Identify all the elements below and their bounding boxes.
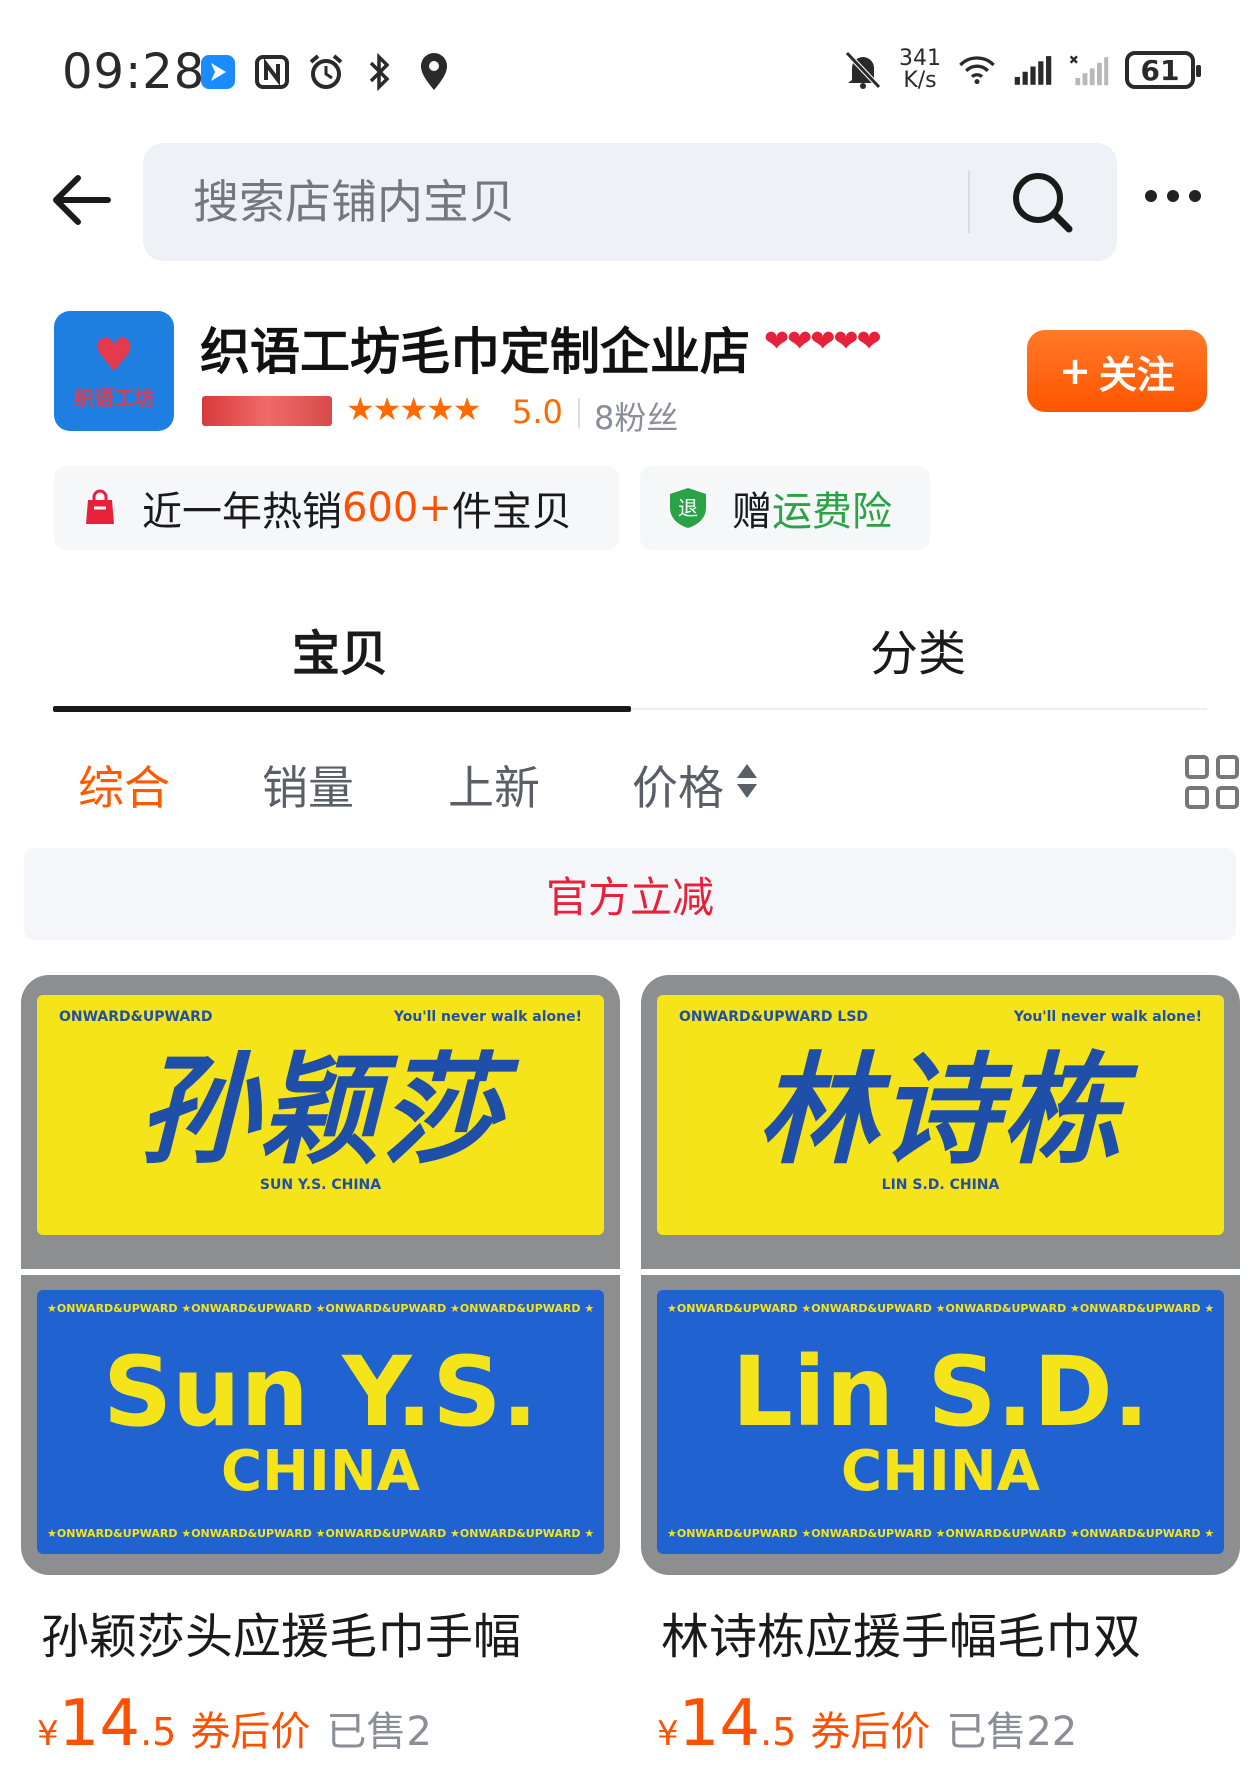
towel-stripe-top: ★ONWARD&UPWARD ★ONWARD&UPWARD ★ONWARD&UP… (47, 1302, 594, 1315)
tab-active-indicator (53, 706, 631, 712)
shield-icon: 退 (670, 488, 706, 528)
product-title[interactable]: 林诗栋应援手幅毛巾双 (641, 1597, 1240, 1667)
towel-top-right: You'll never walk alone! (1013, 1009, 1202, 1025)
towel-stripe-bottom: ★ONWARD&UPWARD ★ONWARD&UPWARD ★ONWARD&UP… (667, 1527, 1214, 1540)
shop-rating: 5.0 (512, 393, 563, 431)
heart-icon: ♥ (93, 327, 135, 382)
price-currency: ¥ (37, 1714, 59, 1754)
shop-search-box[interactable] (143, 143, 1117, 261)
towel-name-en: Sun Y.S. (103, 1336, 538, 1448)
towel-stripe-top: ★ONWARD&UPWARD ★ONWARD&UPWARD ★ONWARD&UP… (667, 1302, 1214, 1315)
shop-credit-hearts: ❤❤❤❤❤ (764, 324, 882, 359)
net-speed: 341 K/s (899, 48, 941, 92)
status-icons-right: 341 K/s 61 (843, 48, 1201, 92)
sort-arrows-icon[interactable] (736, 762, 758, 800)
tab-categories[interactable]: 分类 (870, 614, 966, 684)
product-image[interactable]: ONWARD&UPWARD LSD You'll never walk alone… (641, 975, 1240, 1575)
status-icons-left (198, 50, 454, 94)
towel-yellow-image: ONWARD&UPWARD LSD You'll never walk alone… (657, 995, 1224, 1235)
towel-yellow-image: ONWARD&UPWARD You'll never walk alone! 孙颖… (37, 995, 604, 1235)
net-speed-unit: K/s (903, 68, 937, 93)
search-input[interactable] (191, 171, 875, 233)
location-icon (414, 52, 454, 92)
towel-top-left: ONWARD&UPWARD LSD (679, 1009, 869, 1025)
ship-prefix: 赠 (732, 489, 772, 535)
filter-price[interactable]: 价格 (632, 752, 724, 818)
battery-indicator: 61 (1125, 51, 1201, 89)
towel-blue-image: ★ONWARD&UPWARD ★ONWARD&UPWARD ★ONWARD&UP… (657, 1290, 1224, 1554)
product-title[interactable]: 孙颖莎头应援毛巾手幅 (21, 1597, 620, 1667)
search-divider (968, 171, 970, 233)
follow-label: 关注 (1098, 352, 1175, 397)
price-integer: 14 (678, 1687, 761, 1761)
hot-suffix: 件宝贝 (451, 489, 572, 535)
hot-prefix: 近一年热销 (142, 489, 342, 535)
promo-banner[interactable]: 官方立减 (24, 848, 1236, 940)
grid-view-icon[interactable] (1185, 755, 1239, 809)
price-label: 券后价 (810, 1709, 931, 1755)
towel-sub: SUN Y.S. CHINA (259, 1177, 382, 1193)
alarm-icon (306, 52, 346, 92)
price-decimal: .5 (140, 1710, 177, 1754)
signal-icon (1013, 50, 1053, 90)
wifi-icon (957, 50, 997, 90)
plus-icon: + (1059, 349, 1091, 393)
filter-overall[interactable]: 综合 (78, 752, 170, 818)
towel-name-cn: 林诗栋 (757, 1042, 1124, 1181)
image-divider (641, 1269, 1240, 1275)
sold-count: 已售2 (326, 1709, 432, 1755)
product-image[interactable]: ONWARD&UPWARD You'll never walk alone! 孙颖… (21, 975, 620, 1575)
product-price: ¥ 14 .5 券后价 已售22 (641, 1687, 1240, 1761)
bluetooth-icon (360, 52, 400, 92)
price-decimal: .5 (760, 1710, 797, 1754)
app-notification-icon (198, 52, 238, 92)
sold-count: 已售22 (946, 1709, 1078, 1755)
price-currency: ¥ (657, 1714, 679, 1754)
shop-badge (202, 396, 332, 426)
towel-top-left: ONWARD&UPWARD (59, 1009, 213, 1025)
search-icon[interactable] (1009, 169, 1075, 235)
filter-new[interactable]: 上新 (448, 752, 540, 818)
tab-products[interactable]: 宝贝 (292, 614, 388, 684)
towel-sub: LIN S.D. CHINA (881, 1177, 1000, 1193)
shipping-insurance-tag[interactable]: 退 赠运费险 (640, 466, 930, 550)
more-options-icon[interactable] (1145, 190, 1205, 214)
status-time: 09:28 (62, 44, 206, 100)
image-divider (21, 1269, 620, 1275)
shop-fans: 8粉丝 (594, 399, 679, 437)
towel-name-cn: 孙颖莎 (137, 1042, 504, 1181)
product-price: ¥ 14 .5 券后价 已售2 (21, 1687, 620, 1761)
towel-country: CHINA (220, 1439, 420, 1504)
shop-logo[interactable]: ♥ 织语工坊 (54, 311, 174, 431)
towel-country: CHINA (840, 1439, 1040, 1504)
price-integer: 14 (58, 1687, 141, 1761)
hot-sales-tag[interactable]: 近一年热销 600+ 件宝贝 (54, 466, 619, 550)
product-card[interactable]: ONWARD&UPWARD You'll never walk alone! 孙颖… (21, 975, 620, 1761)
filter-sales[interactable]: 销量 (262, 752, 354, 818)
follow-button[interactable]: + 关注 (1027, 330, 1207, 412)
towel-top-right: You'll never walk alone! (393, 1009, 582, 1025)
back-arrow-icon[interactable] (52, 174, 116, 234)
mute-icon (843, 50, 883, 90)
towel-stripe-bottom: ★ONWARD&UPWARD ★ONWARD&UPWARD ★ONWARD&UP… (47, 1527, 594, 1540)
price-label: 券后价 (190, 1709, 311, 1755)
svg-text:退: 退 (678, 496, 698, 520)
towel-name-en: Lin S.D. (731, 1336, 1150, 1448)
no-signal-icon (1069, 50, 1109, 90)
shop-name[interactable]: 织语工坊毛巾定制企业店 (200, 312, 750, 384)
shopping-bag-icon (86, 489, 114, 524)
shop-logo-text: 织语工坊 (74, 385, 154, 410)
ship-suffix: 运费险 (772, 489, 892, 535)
rating-stars: ★★★★★ (346, 390, 481, 428)
hot-number: 600+ (342, 485, 452, 531)
divider (578, 398, 580, 428)
net-speed-value: 341 (899, 46, 941, 71)
product-card[interactable]: ONWARD&UPWARD LSD You'll never walk alone… (641, 975, 1240, 1761)
nfc-icon (252, 52, 292, 92)
towel-blue-image: ★ONWARD&UPWARD ★ONWARD&UPWARD ★ONWARD&UP… (37, 1290, 604, 1554)
